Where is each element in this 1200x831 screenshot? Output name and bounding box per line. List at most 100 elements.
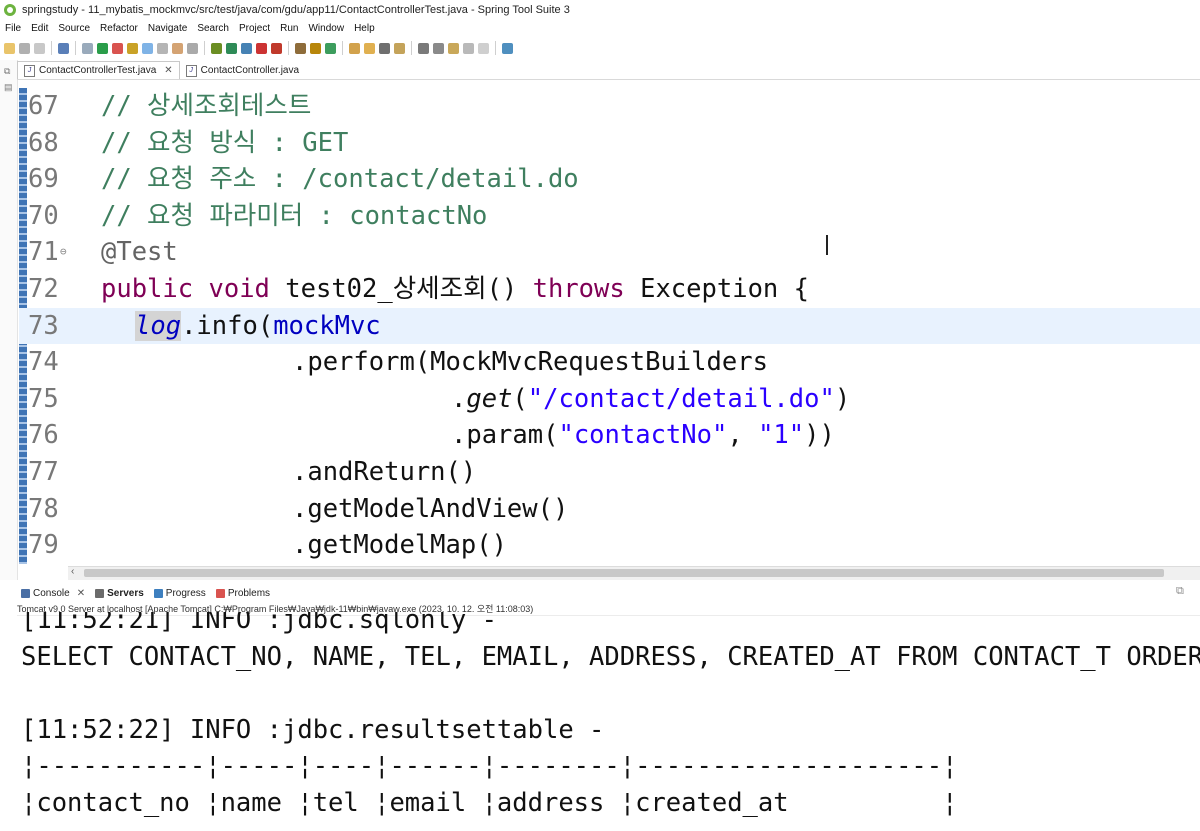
console-line: ¦contact_no ¦name ¦tel ¦email ¦address ¦…: [21, 788, 958, 818]
fold-collapse-icon[interactable]: ⊖: [60, 234, 67, 271]
tab-console[interactable]: Console ✕: [17, 588, 91, 599]
servers-icon: [95, 588, 105, 598]
code-text: .andReturn(): [292, 457, 477, 487]
new-class-icon[interactable]: [325, 42, 336, 54]
tab-contactcontroller[interactable]: J ContactController.java: [180, 62, 305, 79]
code-line-current: 73 log.info(mockMvc: [19, 307, 1200, 345]
toolbar-separator: [288, 41, 289, 55]
line-number: 71: [28, 237, 59, 268]
block-selection-icon[interactable]: [157, 42, 168, 54]
open-type-icon[interactable]: [349, 42, 360, 54]
tab-progress[interactable]: Progress: [150, 588, 212, 599]
tab-label: ContactController.java: [200, 65, 300, 76]
progress-icon: [153, 588, 163, 598]
console-line: SELECT CONTACT_NO, NAME, TEL, EMAIL, ADD…: [21, 641, 1200, 672]
scrollbar-thumb[interactable]: [84, 569, 1164, 577]
menu-project[interactable]: Project: [234, 23, 275, 34]
new-icon[interactable]: [4, 42, 15, 54]
toggle-highlight-icon[interactable]: [142, 42, 153, 54]
code-text: .get("/contact/detail.do"): [451, 383, 851, 414]
new-package-icon[interactable]: [310, 42, 321, 54]
toolbar-separator: [495, 41, 496, 55]
code-line: 78 .getModelAndView(): [19, 491, 1200, 528]
bottom-view-tabs: Console ✕ Servers Progress Problems: [17, 585, 1200, 601]
menu-help[interactable]: Help: [349, 23, 380, 34]
line-number: 70: [28, 200, 59, 231]
last-edit-location-icon[interactable]: [448, 42, 459, 54]
menu-source[interactable]: Source: [53, 23, 95, 34]
search-icon[interactable]: [379, 42, 390, 54]
line-number: 68: [28, 127, 59, 158]
code-text: .getModelMap(): [292, 530, 507, 561]
annotation-text: @Test: [101, 237, 178, 268]
menu-run[interactable]: Run: [275, 23, 303, 34]
main-toolbar: [0, 37, 1200, 59]
code-editor[interactable]: 67 // 상세조회테스트 68 // 요청 방식 : GET 69 // 요청…: [19, 88, 1200, 564]
restore-icon[interactable]: ⧉: [4, 66, 10, 77]
java-file-icon: J: [185, 64, 197, 77]
line-number: 69: [28, 164, 59, 195]
save-all-icon[interactable]: [34, 42, 45, 54]
debug-icon[interactable]: [211, 42, 222, 54]
code-line: 67 // 상세조회테스트: [19, 88, 1200, 125]
next-annotation-icon[interactable]: [418, 42, 429, 54]
external-tools-icon[interactable]: [271, 42, 282, 54]
java-file-icon: J: [24, 64, 35, 77]
menu-window[interactable]: Window: [303, 23, 349, 34]
console-output[interactable]: [11:52:21] INFO :jdbc.sqlonly - SELECT C…: [17, 612, 1200, 831]
menu-edit[interactable]: Edit: [26, 23, 53, 34]
scroll-left-icon[interactable]: ‹: [71, 566, 74, 577]
editor-horizontal-scrollbar[interactable]: ‹: [68, 566, 1200, 580]
package-explorer-icon[interactable]: ▤: [4, 82, 13, 93]
line-number: 73: [28, 310, 59, 341]
show-whitespace-icon[interactable]: [187, 42, 198, 54]
console-line: [11:52:21] INFO :jdbc.sqlonly -: [21, 612, 497, 635]
tab-problems[interactable]: Problems: [212, 588, 276, 599]
code-text: log.info(mockMvc: [135, 310, 381, 341]
close-icon[interactable]: ✕: [164, 65, 172, 76]
new-java-project-icon[interactable]: [295, 42, 306, 54]
menu-search[interactable]: Search: [192, 23, 234, 34]
mark-occurrences-icon[interactable]: [127, 42, 138, 54]
console-icon: [21, 588, 30, 598]
save-icon[interactable]: [19, 42, 30, 54]
tab-label: ContactControllerTest.java: [39, 65, 157, 76]
toolbar-separator: [75, 41, 76, 55]
window-titlebar: springstudy - 11_mybatis_mockmvc/src/tes…: [0, 0, 1200, 20]
tab-contactcontrollertest[interactable]: J ContactControllerTest.java ✕: [17, 61, 180, 79]
problems-icon: [215, 588, 225, 598]
terminal-icon[interactable]: [58, 42, 69, 54]
run-icon[interactable]: [226, 42, 237, 54]
pin-editor-icon[interactable]: [502, 42, 513, 54]
open-task-icon[interactable]: [394, 42, 405, 54]
line-number: 76: [28, 420, 59, 451]
open-resource-icon[interactable]: [364, 42, 375, 54]
toolbar-separator: [204, 41, 205, 55]
view-menu-icon[interactable]: ⧉: [1176, 585, 1200, 603]
forward-icon[interactable]: [478, 42, 489, 54]
tab-servers[interactable]: Servers: [91, 588, 150, 599]
stop-icon[interactable]: [256, 42, 267, 54]
toolbar-separator: [342, 41, 343, 55]
word-wrap-icon[interactable]: [172, 42, 183, 54]
menu-bar: File Edit Source Refactor Navigate Searc…: [0, 20, 1200, 37]
line-number: 67: [28, 91, 59, 121]
previous-annotation-icon[interactable]: [433, 42, 444, 54]
line-number: 77: [28, 457, 59, 487]
back-icon[interactable]: [463, 42, 474, 54]
refresh-icon[interactable]: [112, 42, 123, 54]
menu-navigate[interactable]: Navigate: [143, 23, 192, 34]
console-line: ¦-----------¦-----¦----¦------¦--------¦…: [21, 751, 958, 782]
menu-file[interactable]: File: [0, 23, 26, 34]
code-text: .perform(MockMvcRequestBuilders: [292, 347, 768, 378]
comment-text: // 요청 파라미터 : contactNo: [101, 200, 488, 231]
tab-label: Progress: [165, 587, 206, 599]
coverage-icon[interactable]: [241, 42, 252, 54]
line-number: 74: [28, 347, 59, 378]
comment-text: // 요청 방식 : GET: [101, 127, 349, 158]
code-line: 68 // 요청 방식 : GET: [19, 125, 1200, 162]
spring-boot-icon[interactable]: [97, 42, 108, 54]
close-icon[interactable]: ✕: [77, 588, 85, 599]
menu-refactor[interactable]: Refactor: [95, 23, 143, 34]
skip-breakpoints-icon[interactable]: [82, 42, 93, 54]
